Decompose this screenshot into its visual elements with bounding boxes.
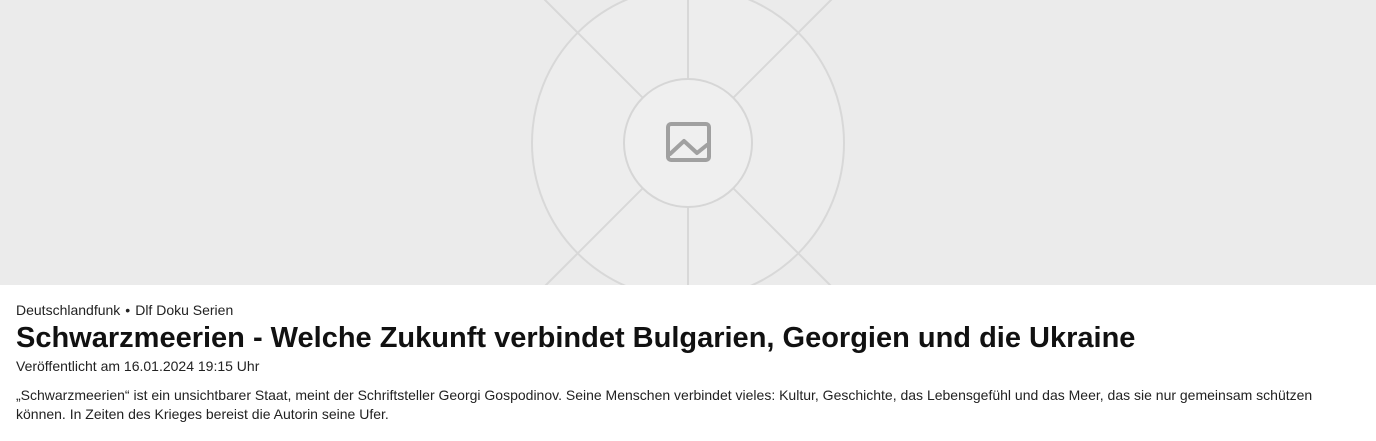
placeholder-graphic (460, 0, 916, 285)
published-date: Veröffentlicht am 16.01.2024 19:15 Uhr (16, 358, 260, 374)
kicker-separator: • (125, 302, 131, 318)
article-title[interactable]: Schwarzmeerien - Welche Zukunft verbinde… (16, 320, 1135, 356)
hero-image-placeholder (0, 0, 1376, 285)
article-kicker: Deutschlandfunk • Dlf Doku Serien (16, 302, 233, 319)
article-teaser: „Schwarzmeerien“ ist ein unsichtbarer St… (16, 387, 1313, 422)
broadcaster-label: Deutschlandfunk (16, 302, 121, 318)
series-label: Dlf Doku Serien (135, 302, 234, 318)
